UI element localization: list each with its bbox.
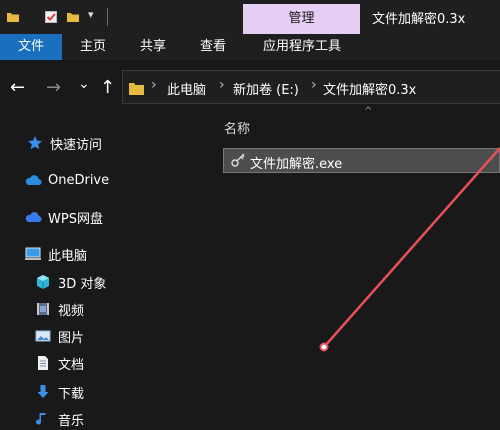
nav-item-label: 文档	[58, 357, 85, 373]
navigation-pane	[0, 116, 204, 421]
title-bar: ▾ 管理 文件加解密0.3x	[0, 0, 500, 34]
nav-item-label: 下载	[58, 386, 85, 402]
key-icon	[230, 153, 246, 169]
nav-item-videos[interactable]: 视频	[34, 298, 84, 320]
breadcrumb-separator-icon[interactable]: ›	[311, 77, 317, 93]
new-folder-icon[interactable]	[66, 9, 80, 23]
music-icon	[34, 410, 52, 428]
ribbon-tabs: 文件 主页 共享 查看 应用程序工具	[0, 34, 500, 60]
video-icon	[34, 300, 52, 318]
customize-toolbar-icon[interactable]: ▾	[88, 8, 102, 22]
tab-home[interactable]: 主页	[64, 34, 122, 60]
wps-cloud-icon	[24, 208, 42, 226]
address-bar[interactable]: › 此电脑 › 新加卷 (E:) › 文件加解密0.3x	[122, 70, 500, 104]
breadcrumb-drive-e[interactable]: 新加卷 (E:)	[233, 79, 299, 98]
nav-item-wps-cloud[interactable]: WPS网盘	[24, 206, 103, 228]
up-button[interactable]: ↑	[100, 78, 115, 98]
cloud-icon	[24, 171, 42, 189]
folder-icon[interactable]	[6, 9, 20, 23]
properties-icon[interactable]	[44, 9, 58, 23]
nav-item-this-pc[interactable]: 此电脑	[24, 243, 87, 265]
toolbar-divider	[107, 8, 108, 26]
tab-file[interactable]: 文件	[0, 34, 62, 60]
nav-item-label: OneDrive	[48, 172, 110, 188]
cube-icon	[34, 273, 52, 291]
nav-item-documents[interactable]: 文档	[34, 352, 84, 374]
list-item[interactable]: 文件加解密.exe	[223, 148, 500, 173]
tab-manage[interactable]: 管理	[243, 4, 360, 34]
nav-item-label: WPS网盘	[48, 211, 103, 227]
back-button[interactable]: ←	[10, 78, 25, 98]
nav-item-label: 视频	[58, 303, 85, 319]
recent-locations-button[interactable]: ⌄	[78, 74, 90, 94]
sort-ascending-icon: ^	[364, 106, 373, 117]
tab-share[interactable]: 共享	[124, 34, 182, 60]
nav-item-3d-objects[interactable]: 3D 对象	[34, 271, 106, 293]
tab-application-tools[interactable]: 应用程序工具	[244, 34, 360, 60]
nav-item-quick-access[interactable]: 快速访问	[26, 132, 102, 154]
document-icon	[34, 354, 52, 372]
nav-item-label: 音乐	[58, 413, 85, 429]
nav-item-pictures[interactable]: 图片	[34, 325, 84, 347]
nav-item-music[interactable]: 音乐	[34, 408, 84, 430]
tab-view[interactable]: 查看	[184, 34, 242, 60]
nav-item-onedrive[interactable]: OneDrive	[24, 169, 109, 191]
picture-icon	[34, 327, 52, 345]
nav-item-label: 此电脑	[48, 248, 88, 264]
window-title: 文件加解密0.3x	[372, 12, 466, 27]
breadcrumb-separator-icon[interactable]: ›	[219, 77, 225, 93]
file-name: 文件加解密.exe	[250, 157, 343, 172]
nav-item-downloads[interactable]: 下载	[34, 381, 84, 403]
star-icon	[26, 134, 44, 152]
forward-button[interactable]: →	[46, 78, 61, 98]
breadcrumb-separator-icon[interactable]: ›	[151, 77, 157, 93]
nav-item-label: 图片	[58, 330, 85, 346]
column-header-name[interactable]: 名称	[224, 118, 250, 137]
download-icon	[34, 383, 52, 401]
breadcrumb-this-pc[interactable]: 此电脑	[167, 79, 206, 98]
nav-item-label: 快速访问	[50, 137, 103, 153]
folder-icon	[129, 80, 144, 95]
nav-item-label: 3D 对象	[58, 276, 107, 292]
breadcrumb-current-folder[interactable]: 文件加解密0.3x	[323, 79, 416, 98]
computer-icon	[24, 245, 42, 263]
